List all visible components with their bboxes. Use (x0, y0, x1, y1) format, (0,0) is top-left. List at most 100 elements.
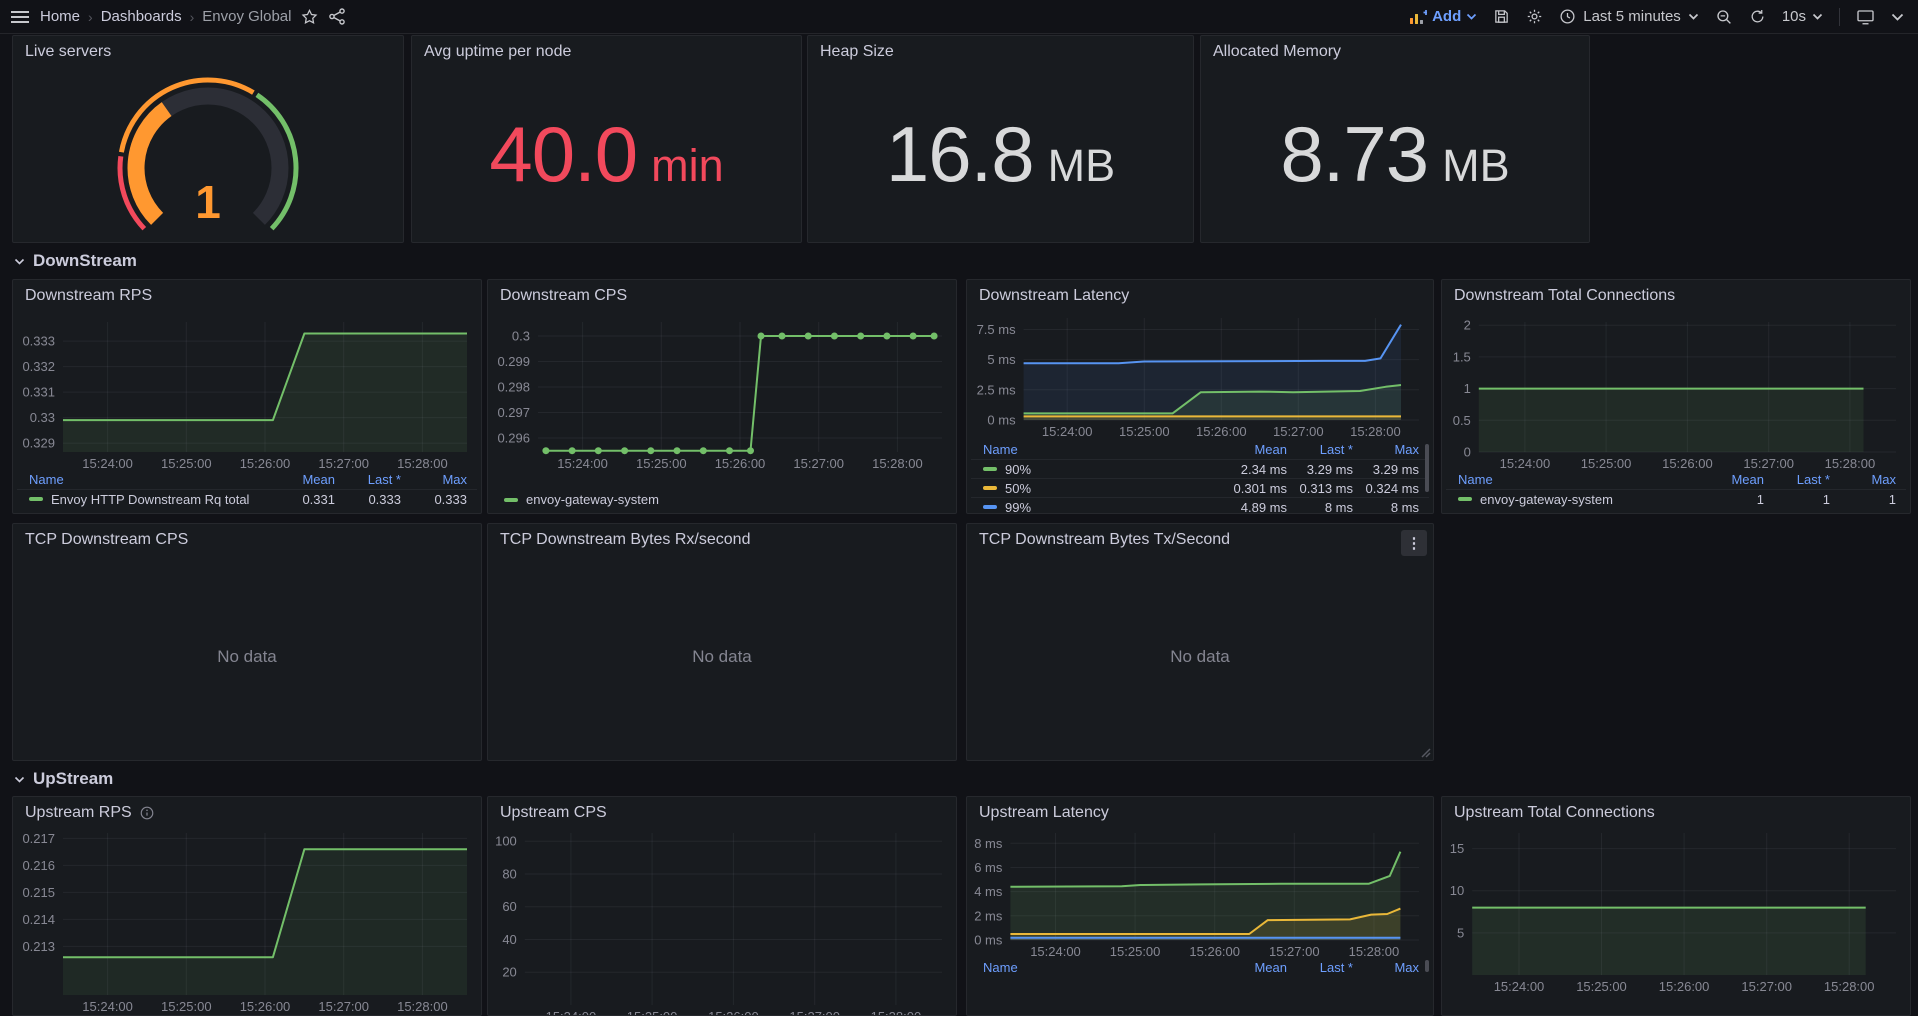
chart-canvas[interactable]: 15:24:0015:25:0015:26:0015:27:0015:28:00… (492, 316, 952, 474)
svg-text:15:27:00: 15:27:00 (1269, 944, 1320, 959)
panel-title[interactable]: Heap Size (820, 43, 1159, 61)
legend-series-name[interactable]: envoy-gateway-system (1458, 492, 1698, 507)
timeseries-chart: 15:24:0015:25:0015:26:0015:27:0015:28:00… (1446, 827, 1906, 997)
row-label: DownStream (33, 251, 137, 271)
breadcrumb-home[interactable]: Home (40, 8, 80, 25)
gear-icon[interactable] (1526, 8, 1543, 25)
chart-canvas[interactable]: 15:24:0015:25:0015:26:0015:27:0015:28:00… (17, 316, 477, 474)
kebab-menu-icon[interactable]: ⋮ (1401, 530, 1427, 556)
svg-text:0.5: 0.5 (1453, 413, 1471, 428)
panel-title[interactable]: Allocated Memory (1213, 43, 1555, 61)
panel-title[interactable]: TCP Downstream Bytes Tx/Second (979, 531, 1399, 549)
panel-title[interactable]: Upstream Total Connections (1454, 804, 1876, 822)
svg-text:15:27:00: 15:27:00 (1741, 979, 1792, 994)
panel-title[interactable]: Upstream RPS (25, 804, 447, 822)
chevron-down-icon (14, 776, 25, 783)
row-header-upstream[interactable]: UpStream (14, 769, 113, 789)
breadcrumb-dashboards[interactable]: Dashboards (101, 8, 182, 25)
legend-scrollbar[interactable] (1425, 960, 1429, 972)
panel-title[interactable]: Live servers (25, 43, 369, 61)
add-button[interactable]: Add (1409, 8, 1477, 25)
svg-text:0.33: 0.33 (30, 410, 55, 425)
svg-text:6 ms: 6 ms (974, 860, 1003, 875)
svg-text:1.5: 1.5 (1453, 349, 1471, 364)
svg-text:15:26:00: 15:26:00 (1662, 456, 1713, 471)
svg-text:15:27:00: 15:27:00 (793, 456, 844, 471)
legend-value: 0.313 ms (1287, 481, 1353, 496)
svg-text:15:28:00: 15:28:00 (872, 456, 923, 471)
gauge[interactable]: 1 (13, 68, 403, 236)
panel-title[interactable]: TCP Downstream Bytes Rx/second (500, 531, 922, 549)
svg-text:7.5 ms: 7.5 ms (977, 322, 1017, 337)
svg-text:0.332: 0.332 (22, 359, 55, 374)
legend-header: NameMeanLast *Max (971, 440, 1429, 459)
legend-value: 3.29 ms (1353, 462, 1419, 477)
chart-canvas[interactable]: 15:24:0015:25:0015:26:0015:27:0015:28:00… (17, 827, 477, 1016)
legend-value: 0.333 (335, 492, 401, 507)
chart-canvas[interactable]: 15:24:0015:25:0015:26:0015:27:0015:28:00… (971, 827, 1429, 962)
chart-canvas[interactable]: 15:24:0015:25:0015:26:0015:27:0015:28:00… (971, 312, 1429, 442)
row-header-downstream[interactable]: DownStream (14, 251, 137, 271)
legend-row: 50%0.301 ms0.313 ms0.324 ms (971, 478, 1429, 497)
legend-value: 1 (1698, 492, 1764, 507)
time-range-label: Last 5 minutes (1583, 8, 1681, 25)
svg-text:40: 40 (502, 932, 516, 947)
panel-title[interactable]: Downstream CPS (500, 287, 922, 305)
time-range-picker[interactable]: Last 5 minutes (1559, 8, 1699, 25)
star-icon[interactable] (301, 9, 318, 25)
legend-series-name[interactable]: 99% (983, 500, 1221, 515)
svg-text:15:27:00: 15:27:00 (318, 999, 369, 1014)
svg-text:2: 2 (1464, 318, 1471, 333)
panel-title[interactable]: Downstream Total Connections (1454, 287, 1876, 305)
legend-series-name[interactable]: envoy-gateway-system (504, 492, 942, 507)
legend-header: NameMeanLast *Max (17, 470, 477, 489)
zoom-out-icon[interactable] (1715, 8, 1733, 26)
svg-text:0.297: 0.297 (497, 405, 530, 420)
legend-series-name[interactable]: Envoy HTTP Downstream Rq total (29, 492, 269, 507)
series-color-dash (983, 467, 997, 471)
svg-text:15:24:00: 15:24:00 (1500, 456, 1551, 471)
refresh-icon[interactable] (1749, 8, 1766, 25)
svg-text:15:27:00: 15:27:00 (1273, 424, 1324, 439)
chart-canvas[interactable]: 15:24:0015:25:0015:26:0015:27:0015:28:00… (1446, 316, 1906, 474)
panel-allocated-memory: Allocated Memory 8.73 MB (1200, 35, 1590, 243)
refresh-interval-label: 10s (1782, 8, 1806, 25)
chevron-down-icon (1466, 13, 1477, 20)
refresh-interval-picker[interactable]: 10s (1782, 8, 1823, 25)
svg-text:15:26:00: 15:26:00 (1659, 979, 1710, 994)
tv-monitor-icon[interactable] (1856, 8, 1875, 26)
chevron-down-icon (1812, 13, 1823, 20)
stat-value-group: 40.0 min (489, 115, 723, 193)
legend-series-name[interactable]: 90% (983, 462, 1221, 477)
panel-title[interactable]: Upstream CPS (500, 804, 922, 822)
svg-text:15:26:00: 15:26:00 (240, 456, 291, 471)
svg-text:15:24:00: 15:24:00 (557, 456, 608, 471)
legend-series-name[interactable]: 50% (983, 481, 1221, 496)
stat-value: 8.73 (1280, 115, 1428, 193)
hamburger-menu-icon[interactable] (10, 10, 30, 24)
svg-text:15:26:00: 15:26:00 (1189, 944, 1240, 959)
legend-row: envoy-gateway-system (492, 490, 952, 509)
panel-title[interactable]: Downstream RPS (25, 287, 447, 305)
chart-canvas[interactable]: 15:24:0015:25:0015:26:0015:27:0015:28:00… (1446, 827, 1906, 997)
panel-title[interactable]: Downstream Latency (979, 287, 1399, 305)
svg-text:15:24:00: 15:24:00 (1042, 424, 1093, 439)
svg-text:15:24:00: 15:24:00 (546, 1009, 597, 1016)
resize-handle-icon[interactable] (1419, 746, 1431, 758)
stat-value: 16.8 (886, 115, 1034, 193)
panel-title[interactable]: TCP Downstream CPS (25, 531, 447, 549)
info-icon[interactable] (140, 806, 154, 820)
chart-canvas[interactable]: 15:24:0015:25:0015:26:0015:27:0015:28:00… (492, 827, 952, 1016)
legend-scrollbar[interactable] (1425, 444, 1429, 492)
panel-tcp-downstream-tx: TCP Downstream Bytes Tx/Second No data ⋮ (966, 523, 1434, 761)
chart-legend: NameMeanLast *Max (971, 958, 1429, 998)
panel-title[interactable]: Upstream Latency (979, 804, 1399, 822)
save-icon[interactable] (1493, 8, 1510, 25)
panel-upstream-total-connections: Upstream Total Connections 15:24:0015:25… (1441, 796, 1911, 1016)
timeseries-chart: 15:24:0015:25:0015:26:0015:27:0015:28:00… (1446, 316, 1906, 474)
panel-title[interactable]: Avg uptime per node (424, 43, 767, 61)
share-icon[interactable] (328, 8, 346, 25)
chevron-down-icon[interactable] (1891, 13, 1904, 21)
clock-icon (1559, 8, 1576, 25)
chart-legend: NameMeanLast *Max90%2.34 ms3.29 ms3.29 m… (971, 440, 1429, 514)
